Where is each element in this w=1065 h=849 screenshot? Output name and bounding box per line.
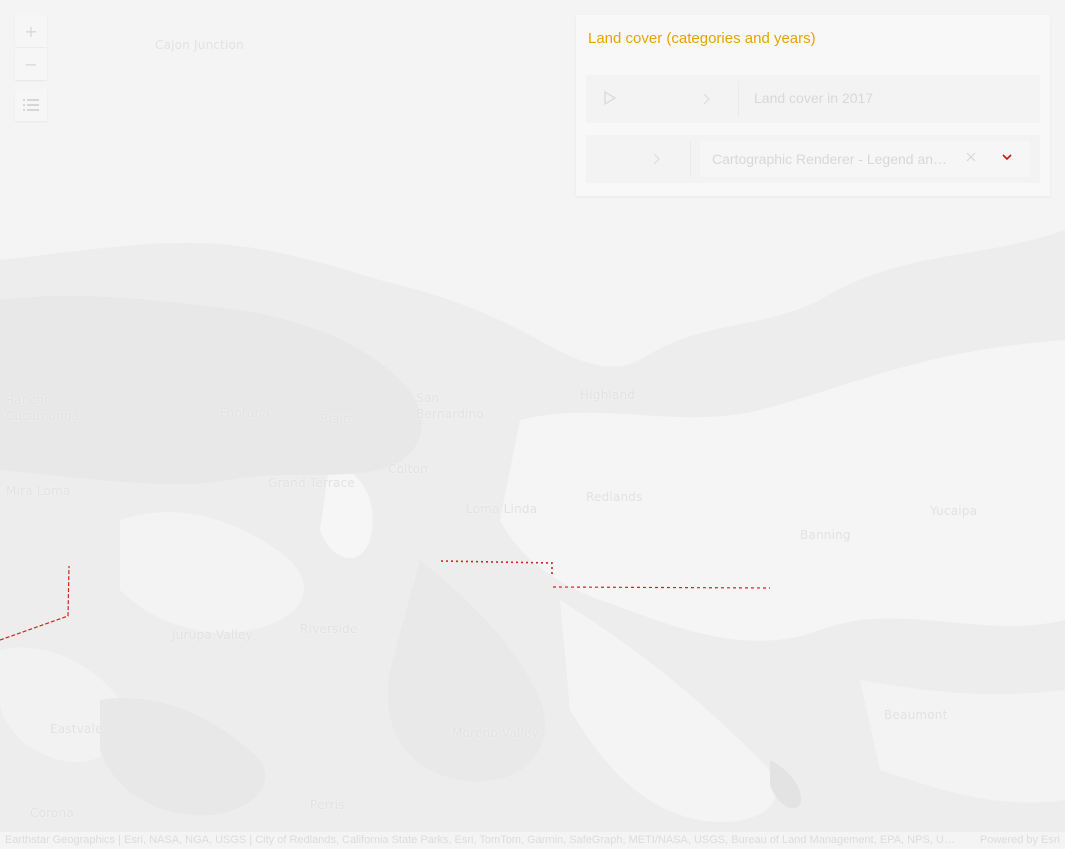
place-label: Redlands	[586, 490, 643, 504]
play-icon	[604, 90, 617, 106]
layer-list-button[interactable]	[15, 89, 47, 121]
dropdown-button[interactable]	[998, 150, 1016, 168]
place-label: Beaumont	[884, 708, 948, 722]
zoom-out-button[interactable]: −	[15, 48, 47, 80]
place-label: Fontana	[220, 406, 270, 420]
next-button[interactable]	[652, 151, 666, 167]
place-label: Moreno Valley	[452, 726, 539, 740]
place-label: Jurupa Valley	[172, 628, 253, 642]
place-label: Riverside	[300, 622, 358, 636]
place-label: Rialto	[320, 412, 356, 426]
divider	[738, 81, 739, 117]
renderer-select-value: Cartographic Renderer - Legend and attri…	[712, 151, 952, 167]
minus-icon: −	[24, 54, 38, 74]
close-icon	[966, 152, 976, 162]
list-icon	[23, 99, 39, 111]
time-slider-row: Land cover in 2017	[586, 75, 1040, 123]
place-label: Yucaipa	[930, 504, 978, 518]
renderer-row: Cartographic Renderer - Legend and attri…	[586, 135, 1040, 183]
place-label: Loma Linda	[466, 502, 538, 516]
place-label: Colton	[388, 462, 428, 476]
chevron-right-icon	[653, 153, 660, 165]
chevron-down-icon	[1002, 154, 1012, 161]
plus-icon: +	[24, 21, 38, 41]
place-label: Perris	[310, 798, 345, 812]
place-label: San Bernardino	[416, 391, 484, 421]
attribution-text[interactable]: Earthstar Geographics | Esri, NASA, NGA,…	[5, 832, 955, 849]
place-label: Highland	[580, 388, 636, 402]
layer-panel: Land cover (categories and years) Land c…	[576, 15, 1050, 196]
place-label: Corona	[30, 806, 74, 820]
zoom-in-button[interactable]: +	[15, 15, 47, 47]
divider	[690, 141, 691, 177]
powered-by-link[interactable]: Powered by Esri	[980, 832, 1060, 849]
place-label: Eastvale	[50, 722, 103, 736]
attribution-bar: Earthstar Geographics | Esri, NASA, NGA,…	[0, 832, 1065, 849]
place-label: Cajon Junction	[155, 38, 244, 52]
chevron-right-icon	[703, 93, 710, 105]
panel-title: Land cover (categories and years)	[588, 30, 816, 47]
time-label: Land cover in 2017	[754, 90, 874, 106]
clear-button[interactable]	[962, 150, 980, 168]
next-button[interactable]	[702, 91, 716, 107]
play-button[interactable]	[604, 90, 620, 107]
place-label: Banning	[800, 528, 851, 542]
place-label: Mira Loma	[6, 484, 71, 498]
renderer-select[interactable]: Cartographic Renderer - Legend and attri…	[700, 141, 1030, 177]
place-label: Rancho Cucamonga	[6, 393, 80, 423]
place-label: Grand Terrace	[268, 476, 355, 490]
